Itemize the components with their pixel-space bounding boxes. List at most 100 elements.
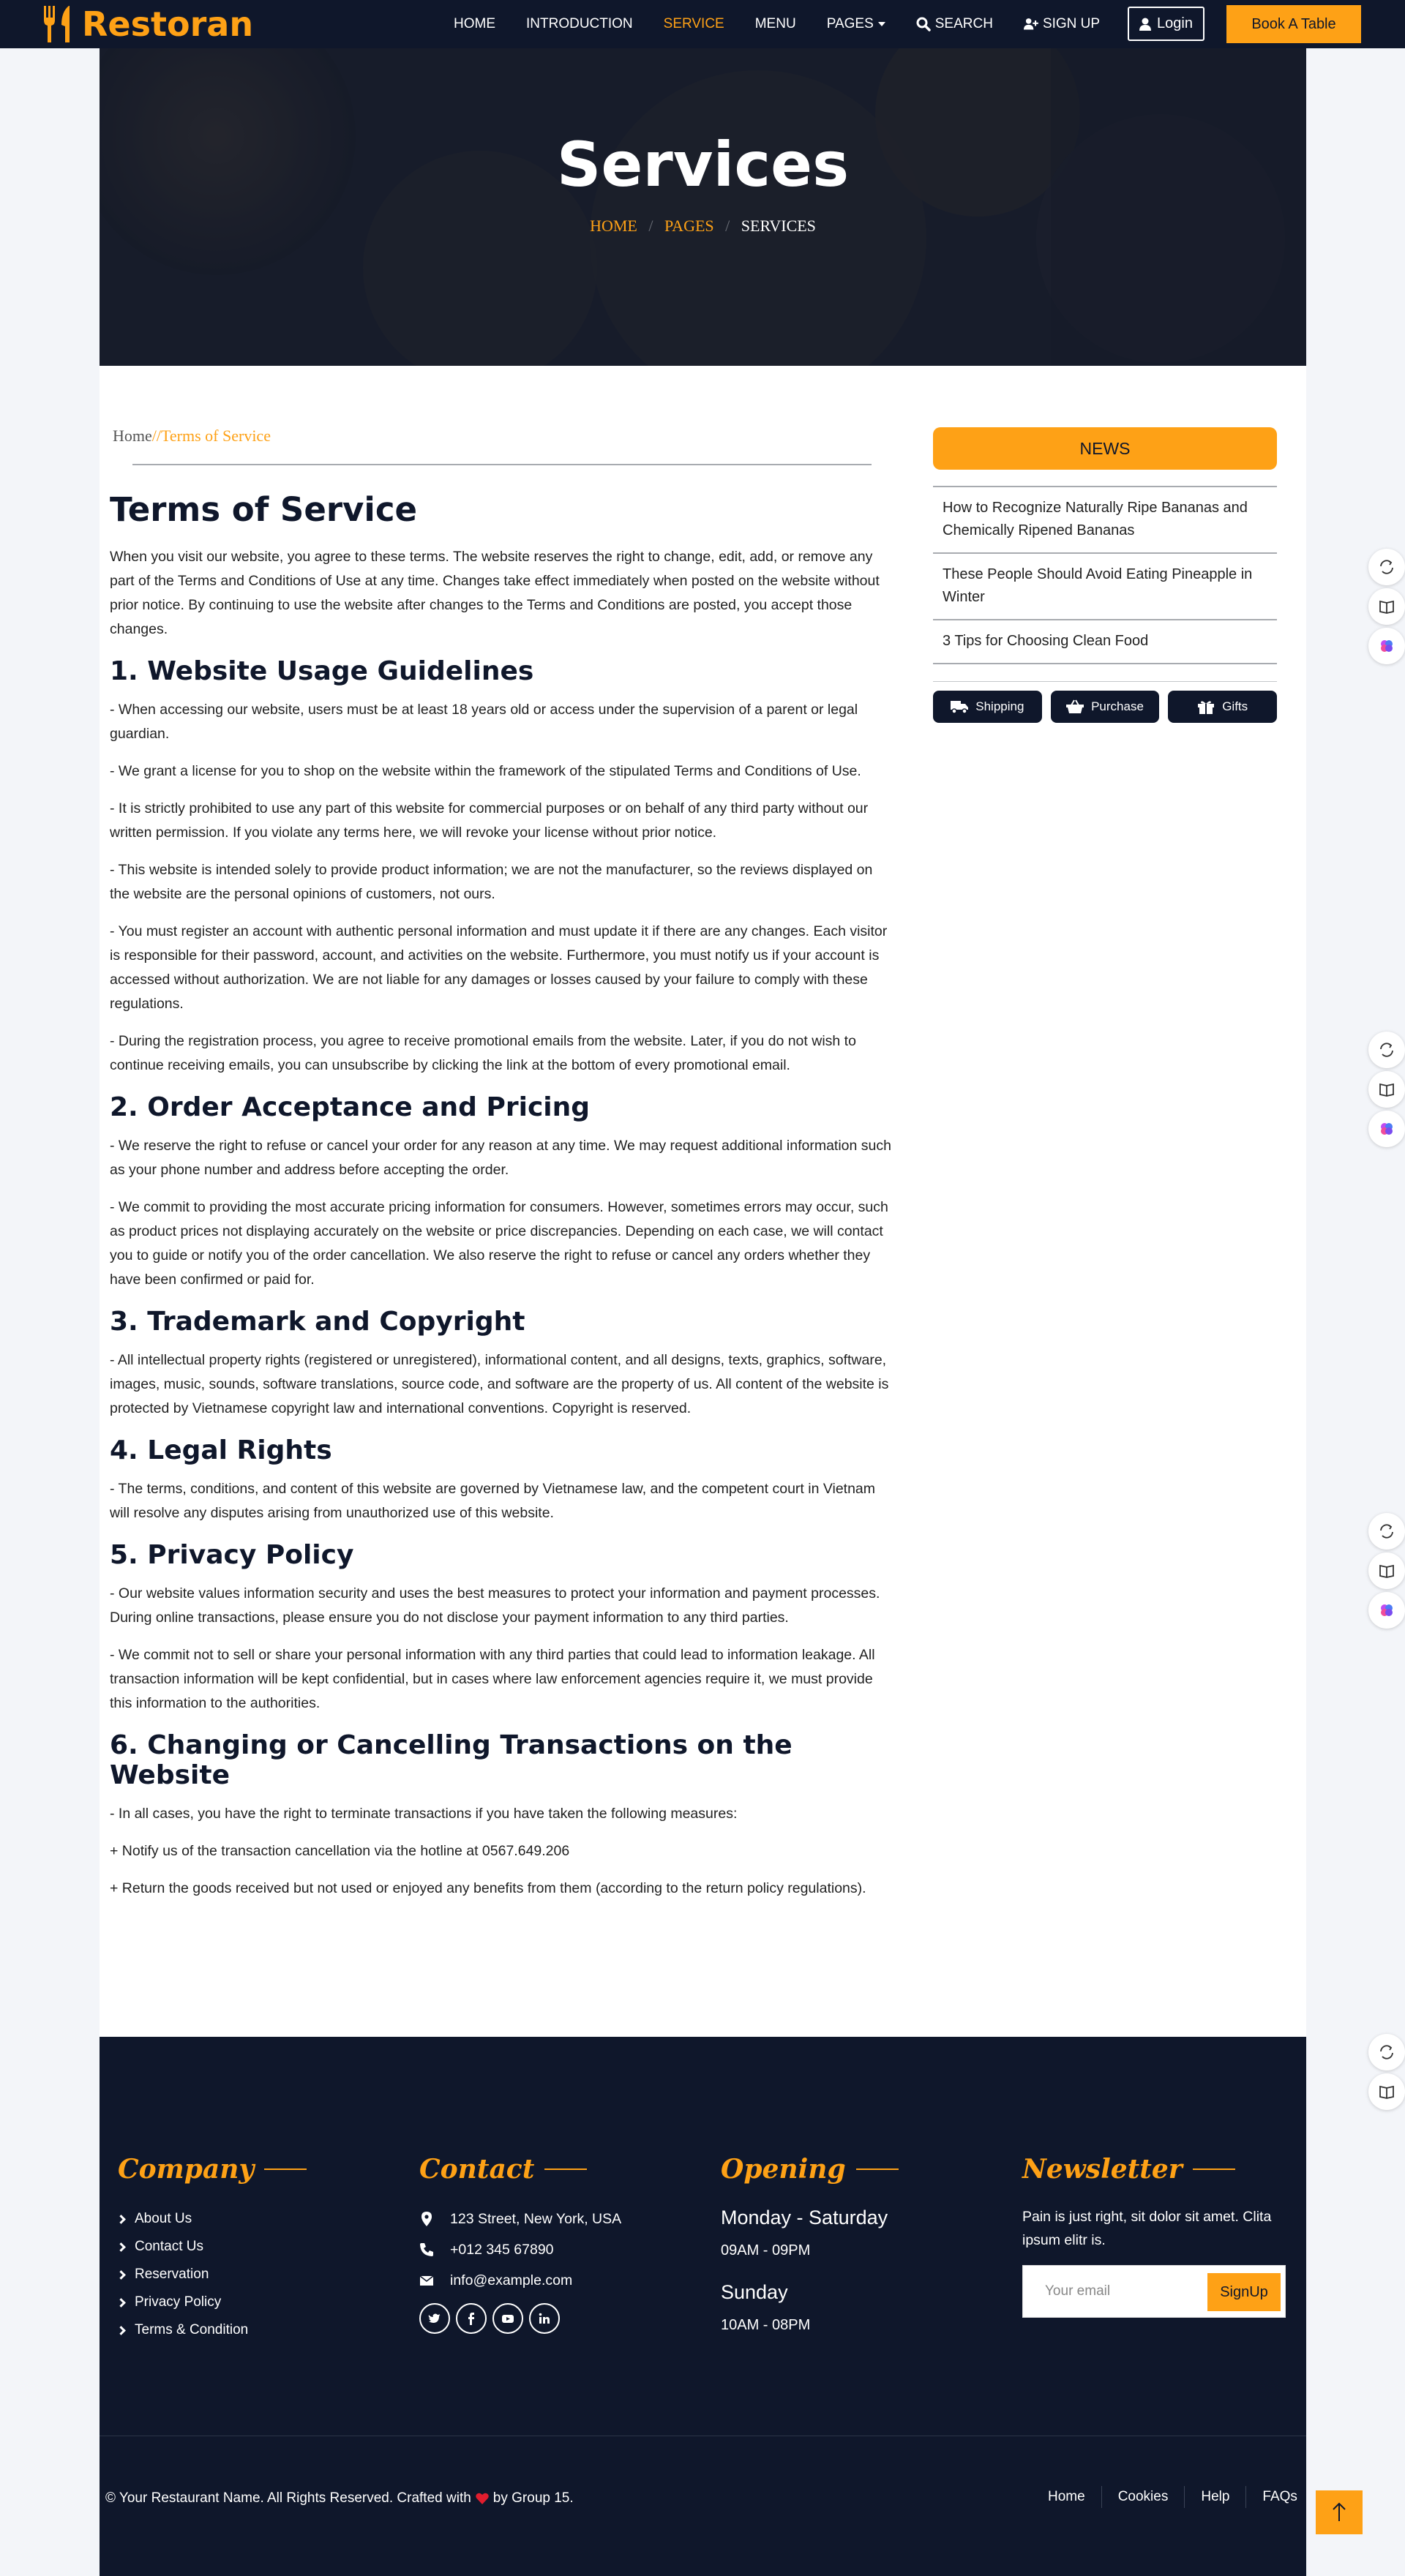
translate-tool[interactable] [1368, 549, 1405, 585]
reader-tool[interactable] [1368, 588, 1405, 625]
top-navbar: Restoran HOME INTRODUCTION SERVICE MENU … [0, 0, 1405, 48]
breadcrumb-current[interactable]: Terms of Service [161, 427, 271, 445]
chevron-right-icon [116, 2297, 126, 2307]
tab-shipping[interactable]: Shipping [933, 691, 1042, 723]
nav-search-label: SEARCH [934, 16, 993, 31]
nav-signup[interactable]: SIGN UP [1023, 16, 1100, 32]
opening-day-sunday: Sunday [721, 2281, 788, 2303]
login-button[interactable]: Login [1128, 7, 1204, 41]
search-icon [916, 17, 931, 31]
facebook-button[interactable] [456, 2303, 487, 2334]
section-paragraph: - It is strictly prohibited to use any p… [110, 800, 869, 841]
footer-link-contact[interactable]: Contact Us [116, 2233, 307, 2261]
footer-nav-cookies[interactable]: Cookies [1101, 2486, 1185, 2508]
footer-company-title: Company [118, 2154, 307, 2185]
tab-purchase[interactable]: Purchase [1050, 691, 1160, 723]
footer-link-terms[interactable]: Terms & Condition [116, 2316, 307, 2344]
chevron-right-icon [116, 2325, 126, 2335]
hero-background-image [100, 48, 1306, 366]
contact-address-text: 123 Street, New York, USA [450, 2211, 622, 2227]
book-table-button[interactable]: Book A Table [1226, 5, 1361, 43]
hero-breadcrumb: HOME / PAGES / SERVICES [100, 217, 1306, 236]
footer-nav-faqs[interactable]: FAQs [1245, 2486, 1314, 2508]
copyright-after: by Group 15. [492, 2490, 574, 2506]
chevron-right-icon [116, 2269, 126, 2280]
section-paragraph: + Return the goods received but not used… [110, 1880, 866, 1896]
reader-tool[interactable] [1368, 2073, 1405, 2110]
footer-link-label: Privacy Policy [135, 2294, 222, 2310]
floating-tools [1368, 1513, 1405, 1631]
nav-service[interactable]: SERVICE [664, 16, 724, 32]
phone-icon [420, 2243, 433, 2256]
nav-search[interactable]: SEARCH [916, 16, 993, 32]
main-content: Home//Terms of Service Terms of Service … [100, 366, 1306, 2037]
footer-link-reservation[interactable]: Reservation [116, 2261, 307, 2288]
footer-company: Company About Us Contact Us Reservation … [116, 2154, 307, 2344]
brand-logo[interactable]: Restoran [42, 3, 253, 45]
section-paragraph: - All intellectual property rights (regi… [110, 1352, 889, 1416]
section-heading: 3. Trademark and Copyright [110, 1307, 525, 1337]
title-underline [264, 2168, 307, 2170]
back-to-top-button[interactable] [1316, 2490, 1363, 2534]
news-sidebar: NEWS How to Recognize Naturally Ripe Ban… [933, 427, 1278, 723]
login-label: Login [1157, 15, 1193, 31]
section-paragraph: - The terms, conditions, and content of … [110, 1481, 876, 1521]
section-heading: 4. Legal Rights [110, 1435, 332, 1465]
nav-introduction[interactable]: INTRODUCTION [526, 16, 633, 32]
footer-newsletter-title: Newsletter [1022, 2154, 1306, 2185]
ai-tool[interactable] [1368, 628, 1405, 664]
tab-gifts[interactable]: Gifts [1168, 691, 1278, 723]
nav-home[interactable]: HOME [454, 16, 495, 32]
nav-pages-dropdown[interactable]: PAGES [827, 16, 885, 32]
ai-tool[interactable] [1368, 1111, 1405, 1147]
contact-phone-text: +012 345 67890 [450, 2242, 554, 2258]
linkedin-button[interactable] [529, 2303, 560, 2334]
news-item[interactable]: These People Should Avoid Eating Pineapp… [933, 554, 1277, 620]
footer-newsletter-title-text: Newsletter [1022, 2154, 1183, 2185]
footer-bottom-nav: Home Cookies Help FAQs [1032, 2486, 1314, 2508]
hero-title: Services [556, 129, 850, 200]
nav-menu[interactable]: MENU [755, 16, 796, 32]
footer-link-label: Reservation [135, 2267, 209, 2282]
linkedin-icon [539, 2313, 550, 2324]
tab-purchase-label: Purchase [1091, 699, 1144, 713]
newsletter-signup-button[interactable]: SignUp [1207, 2273, 1281, 2311]
hero-banner: Services HOME / PAGES / SERVICES [100, 48, 1306, 366]
section-paragraph: - We commit not to sell or share your pe… [110, 1647, 875, 1711]
translate-tool[interactable] [1368, 1513, 1405, 1550]
news-list: How to Recognize Naturally Ripe Bananas … [933, 486, 1277, 664]
section-heading: 2. Order Acceptance and Pricing [110, 1092, 591, 1122]
ai-brain-icon [1381, 1604, 1393, 1616]
footer-contact-title: Contact [419, 2154, 621, 2185]
reader-tool[interactable] [1368, 1552, 1405, 1589]
hero-crumb-pages[interactable]: PAGES [664, 217, 714, 235]
footer-link-about[interactable]: About Us [116, 2205, 307, 2233]
translate-tool[interactable] [1368, 1032, 1405, 1068]
service-tabs: Shipping Purchase Gifts [933, 681, 1278, 723]
tab-gifts-label: Gifts [1222, 699, 1248, 713]
reader-tool[interactable] [1368, 1071, 1405, 1108]
copyright-before: © Your Restaurant Name. All Rights Reser… [105, 2490, 471, 2506]
ai-tool[interactable] [1368, 1592, 1405, 1629]
section-heading: 6. Changing or Cancelling Transactions o… [110, 1730, 793, 1790]
contact-phone: +012 345 67890 [419, 2234, 621, 2265]
translate-tool[interactable] [1368, 2034, 1405, 2070]
youtube-button[interactable] [492, 2303, 523, 2334]
hero-crumb-current: SERVICES [741, 217, 816, 235]
newsletter-email-input[interactable] [1032, 2275, 1207, 2308]
news-item[interactable]: 3 Tips for Choosing Clean Food [933, 620, 1277, 664]
footer-link-privacy[interactable]: Privacy Policy [116, 2288, 307, 2316]
book-icon [1379, 600, 1394, 614]
breadcrumb-home[interactable]: Home [113, 427, 152, 445]
section-paragraph: - You must register an account with auth… [110, 923, 888, 1012]
news-item[interactable]: How to Recognize Naturally Ripe Bananas … [933, 487, 1277, 554]
footer-opening-title: Opening [721, 2154, 899, 2185]
section-paragraph: - We reserve the right to refuse or canc… [110, 1138, 891, 1178]
chevron-right-icon [116, 2214, 126, 2224]
footer-nav-home[interactable]: Home [1032, 2486, 1101, 2508]
ai-brain-icon [1381, 640, 1393, 652]
hero-crumb-home[interactable]: HOME [590, 217, 637, 235]
section-paragraph: - This website is intended solely to pro… [110, 862, 873, 902]
twitter-button[interactable] [419, 2303, 450, 2334]
footer-nav-help[interactable]: Help [1184, 2486, 1245, 2508]
